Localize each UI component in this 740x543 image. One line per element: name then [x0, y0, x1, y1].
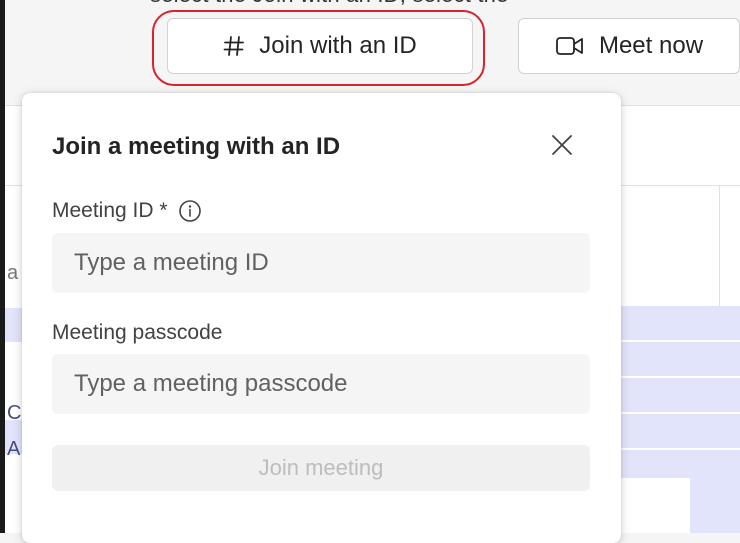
calendar-clipped-text: a	[7, 262, 19, 284]
close-button[interactable]	[542, 127, 582, 167]
hash-icon	[223, 35, 245, 57]
video-camera-icon	[555, 35, 585, 57]
join-meeting-button[interactable]: Join meeting	[52, 445, 590, 491]
calendar-clipped-text: C	[7, 402, 22, 424]
meeting-id-label-row: Meeting ID *	[52, 199, 202, 223]
meet-now-label: Meet now	[598, 32, 704, 59]
calendar-event-band[interactable]	[610, 342, 740, 378]
calendar-clipped-text: A	[7, 438, 21, 460]
calendar-event-band[interactable]	[610, 414, 740, 450]
join-meeting-dialog: Join a meeting with an ID Meeting ID * M…	[22, 93, 621, 543]
meeting-passcode-input[interactable]	[52, 354, 590, 414]
meet-now-button[interactable]: Meet now	[518, 18, 740, 74]
meeting-passcode-label: Meeting passcode	[52, 321, 223, 344]
join-with-id-label: Join with an ID	[259, 32, 417, 59]
calendar-event-band[interactable]	[610, 306, 740, 342]
close-icon	[551, 134, 573, 161]
meeting-id-label: Meeting ID *	[52, 199, 168, 222]
meeting-id-input[interactable]	[52, 233, 590, 293]
calendar-event-band[interactable]	[610, 450, 740, 480]
calendar-event-band[interactable]	[610, 378, 740, 414]
join-with-id-button[interactable]: Join with an ID	[167, 18, 473, 74]
calendar-event-band[interactable]	[690, 478, 740, 533]
info-icon[interactable]	[178, 199, 202, 223]
instruction-caption: select the Join with an ID, select the	[150, 0, 740, 8]
dialog-title: Join a meeting with an ID	[52, 133, 341, 160]
